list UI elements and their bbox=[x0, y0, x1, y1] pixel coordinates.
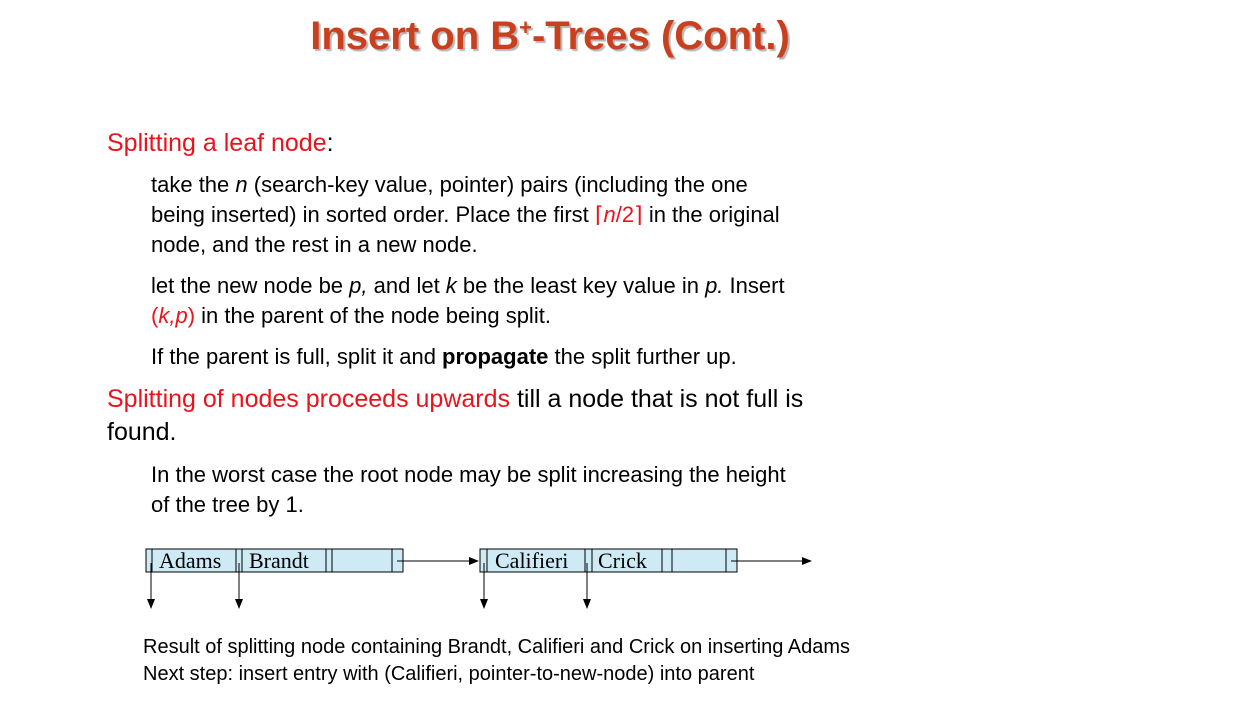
bplus-leaf-split-diagram: Adams Brandt Califieri Crick bbox=[145, 548, 812, 609]
key-crick: Crick bbox=[598, 548, 647, 573]
diagram-caption: Result of splitting node containing Bran… bbox=[143, 636, 851, 685]
leaf-node-left: Adams Brandt bbox=[145, 548, 404, 573]
key-brandt: Brandt bbox=[249, 548, 309, 573]
leaf-node-right: Califieri Crick bbox=[479, 548, 738, 573]
key-califieri: Califieri bbox=[495, 548, 568, 573]
key-adams: Adams bbox=[159, 548, 221, 573]
